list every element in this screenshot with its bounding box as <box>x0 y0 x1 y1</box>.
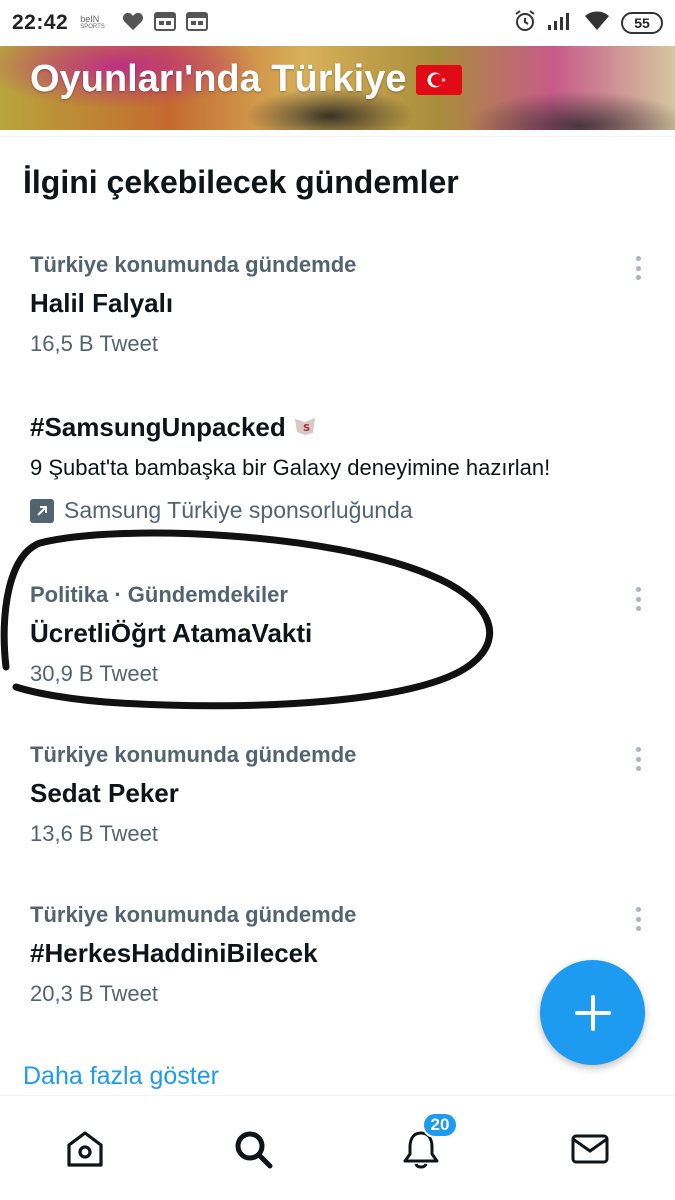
promoted-description: 9 Şubat'ta bambaşka bir Galaxy deneyimin… <box>30 455 551 480</box>
trend-tweet-count: 13,6 B Tweet <box>30 821 159 846</box>
search-icon <box>235 1131 273 1169</box>
home-icon <box>67 1131 103 1167</box>
promoted-trend[interactable]: #SamsungUnpacked S 9 Şubat'ta bambaşka b… <box>30 412 630 524</box>
trend-context: Politika · Gündemdekiler <box>30 582 288 607</box>
compose-tweet-button[interactable] <box>540 960 645 1065</box>
mail-icon <box>571 1134 609 1164</box>
svg-text:S: S <box>303 423 310 434</box>
samsung-emoji-icon: S <box>294 412 316 443</box>
status-left-icons: beIN SPORTS <box>80 11 209 36</box>
more-options-icon[interactable] <box>633 744 643 774</box>
promoted-sponsor: Samsung Türkiye sponsorluğunda <box>30 497 630 524</box>
plus-icon <box>574 994 611 1031</box>
trend-item[interactable]: Türkiye konumunda gündemde Sedat Peker 1… <box>30 742 630 847</box>
promoted-arrow-icon <box>30 498 54 523</box>
trend-context: Türkiye konumunda gündemde <box>30 252 357 277</box>
trend-name: #HerkesHaddiniBilecek <box>30 938 318 968</box>
trend-name: ÜcretliÖğrt AtamaVakti <box>30 618 313 648</box>
trend-context: Türkiye konumunda gündemde <box>30 742 357 767</box>
status-time: 22:42 <box>12 11 69 34</box>
nav-notifications[interactable]: 20 <box>398 1112 458 1172</box>
show-more-link[interactable]: Daha fazla göster <box>23 1062 219 1091</box>
nav-explore[interactable] <box>230 1126 276 1172</box>
trend-tweet-count: 16,5 B Tweet <box>30 331 159 356</box>
nav-messages[interactable] <box>567 1126 613 1172</box>
explore-banner[interactable]: Oyunları'nda Türkiye <box>0 46 675 130</box>
trend-item[interactable]: Türkiye konumunda gündemde #HerkesHaddin… <box>30 902 630 1007</box>
banner-title: Oyunları'nda Türkiye <box>30 58 463 101</box>
calendar-icon <box>154 11 177 36</box>
trend-name: Halil Falyalı <box>30 288 174 318</box>
notifications-badge: 20 <box>422 1112 458 1138</box>
promoted-trend-name: #SamsungUnpacked S <box>30 412 630 443</box>
nav-home[interactable] <box>62 1126 108 1172</box>
bottom-navigation: 20 <box>0 1095 675 1200</box>
trend-item[interactable]: Türkiye konumunda gündemde Halil Falyalı… <box>30 252 630 357</box>
turkey-flag-icon <box>416 64 463 95</box>
calendar-icon <box>186 11 209 36</box>
signal-icon <box>547 11 573 36</box>
wifi-icon <box>583 10 611 37</box>
trend-tweet-count: 30,9 B Tweet <box>30 661 159 686</box>
trend-item[interactable]: Politika · Gündemdekiler ÜcretliÖğrt Ata… <box>30 582 630 687</box>
more-options-icon[interactable] <box>633 253 643 283</box>
more-options-icon[interactable] <box>633 904 643 934</box>
more-options-icon[interactable] <box>633 584 643 614</box>
status-bar: 22:42 beIN SPORTS 55 <box>0 0 675 46</box>
battery-icon: 55 <box>621 12 663 34</box>
heart-icon <box>122 11 144 36</box>
trend-context: Türkiye konumunda gündemde <box>30 902 357 927</box>
trend-name: Sedat Peker <box>30 778 179 808</box>
status-right-icons: 55 <box>513 9 663 38</box>
divider <box>0 136 675 137</box>
section-title: İlgini çekebilecek gündemler <box>23 164 459 200</box>
bein-sports-icon: beIN SPORTS <box>80 14 105 31</box>
alarm-icon <box>513 9 537 38</box>
